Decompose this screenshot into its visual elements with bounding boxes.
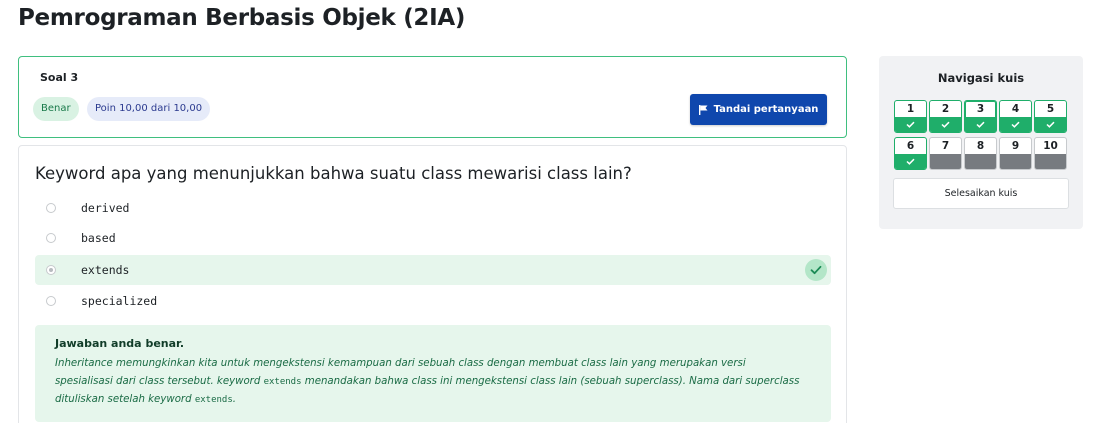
answer-option-selected[interactable]: extends <box>35 255 831 285</box>
quiz-nav-status <box>930 117 961 132</box>
quiz-nav-number: 4 <box>1011 103 1020 115</box>
flag-question-label: Tandai pertanyaan <box>713 104 819 115</box>
radio-icon[interactable] <box>46 265 56 275</box>
quiz-nav-number: 7 <box>941 140 950 152</box>
answer-option-label: specialized <box>81 294 158 308</box>
quiz-nav-button[interactable]: 2 <box>929 100 962 133</box>
quiz-nav-status <box>965 117 996 132</box>
quiz-nav-status <box>1035 117 1066 132</box>
flag-icon <box>698 104 708 115</box>
question-text: Keyword apa yang menunjukkan bahwa suatu… <box>35 164 632 183</box>
answer-option-label: extends <box>81 263 130 277</box>
quiz-nav-button[interactable]: 1 <box>894 100 927 133</box>
page-title: Pemrograman Berbasis Objek (2IA) <box>18 5 466 31</box>
feedback-box: Jawaban anda benar. Inheritance memungki… <box>35 325 831 422</box>
answer-option[interactable]: based <box>35 223 831 253</box>
quiz-nav-button[interactable]: 8 <box>964 137 997 170</box>
quiz-nav-button[interactable]: 5 <box>1034 100 1067 133</box>
quiz-nav-status <box>930 154 961 169</box>
quiz-nav-number: 2 <box>941 103 950 115</box>
question-number: Soal 3 <box>40 71 79 84</box>
quiz-nav-button[interactable]: 4 <box>999 100 1032 133</box>
quiz-nav-number: 10 <box>1043 140 1058 152</box>
check-icon <box>1011 121 1020 128</box>
answer-option-label: derived <box>81 201 130 215</box>
feedback-code: extends <box>263 377 302 387</box>
radio-icon[interactable] <box>46 233 56 243</box>
radio-icon[interactable] <box>46 296 56 306</box>
answer-option[interactable]: specialized <box>35 286 831 316</box>
quiz-nav-number: 6 <box>906 140 915 152</box>
quiz-navigation-panel: Navigasi kuis 1 2 3 4 5 6 7 8 9 10 Seles… <box>879 56 1083 229</box>
check-icon <box>906 121 915 128</box>
question-info-card: Soal 3 Benar Poin 10,00 dari 10,00 Tanda… <box>18 56 847 138</box>
check-icon <box>1046 121 1055 128</box>
correct-check-icon <box>805 259 827 281</box>
answer-option[interactable]: derived <box>35 193 831 223</box>
quiz-nav-number: 1 <box>906 103 915 115</box>
quiz-nav-button[interactable]: 7 <box>929 137 962 170</box>
feedback-body: Inheritance memungkinkan kita untuk meng… <box>55 355 800 409</box>
question-content-card: Keyword apa yang menunjukkan bahwa suatu… <box>18 145 847 423</box>
flag-question-button[interactable]: Tandai pertanyaan <box>690 94 827 125</box>
quiz-nav-status <box>1000 154 1031 169</box>
check-icon <box>976 121 985 128</box>
quiz-nav-status <box>895 154 926 169</box>
points-badge: Poin 10,00 dari 10,00 <box>87 97 211 121</box>
quiz-nav-status <box>1000 117 1031 132</box>
finish-quiz-button[interactable]: Selesaikan kuis <box>893 178 1069 209</box>
quiz-nav-number: 3 <box>976 103 985 115</box>
feedback-code: extends <box>194 395 233 405</box>
quiz-nav-status <box>965 154 996 169</box>
quiz-nav-number: 5 <box>1046 103 1055 115</box>
check-icon <box>941 121 950 128</box>
quiz-nav-button[interactable]: 10 <box>1034 137 1067 170</box>
quiz-navigation-title: Navigasi kuis <box>937 71 1025 85</box>
check-icon <box>810 265 822 275</box>
quiz-nav-number: 9 <box>1011 140 1020 152</box>
answer-option-label: based <box>81 231 116 245</box>
quiz-nav-button-current[interactable]: 3 <box>964 100 997 133</box>
radio-icon[interactable] <box>46 203 56 213</box>
status-badge: Benar <box>33 97 79 121</box>
quiz-nav-status <box>1035 154 1066 169</box>
check-icon <box>906 158 915 165</box>
quiz-nav-number: 8 <box>976 140 985 152</box>
feedback-text: . <box>232 394 237 405</box>
quiz-nav-status <box>895 117 926 132</box>
feedback-title: Jawaban anda benar. <box>55 337 185 350</box>
quiz-nav-button[interactable]: 9 <box>999 137 1032 170</box>
quiz-nav-button[interactable]: 6 <box>894 137 927 170</box>
